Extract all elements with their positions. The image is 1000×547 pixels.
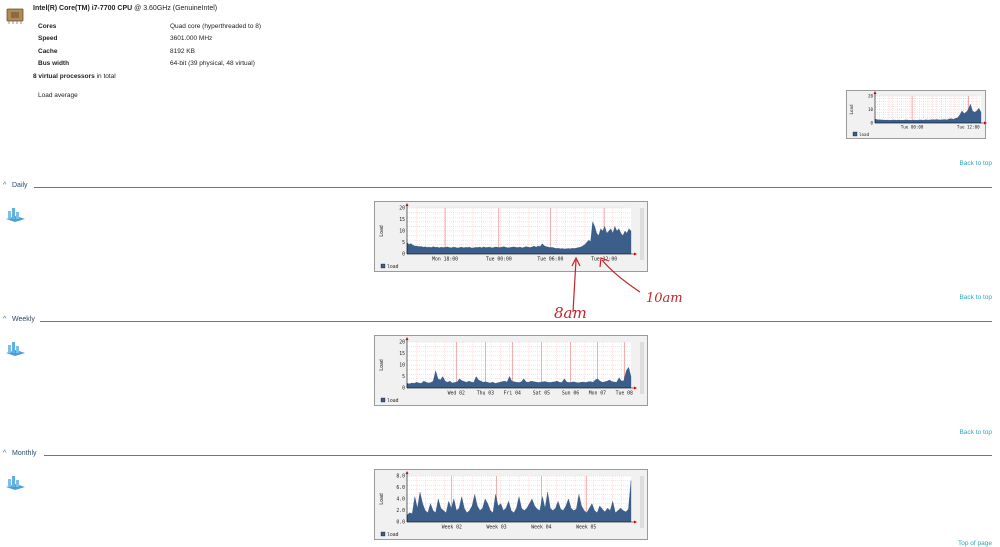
- bus-width-label: Bus width: [38, 60, 70, 67]
- section-monthly-title[interactable]: Monthly: [12, 450, 37, 457]
- x-tick-label: Sun 06: [562, 390, 579, 396]
- legend-label: load: [387, 398, 399, 404]
- x-tick-label: Thu 03: [477, 390, 494, 396]
- stats-icon: [6, 208, 25, 222]
- virtual-processors-suffix: in total: [96, 73, 116, 80]
- stats-icon: [6, 342, 25, 356]
- rrdtool-watermark: [640, 208, 644, 260]
- y-tick-label: 20: [399, 340, 405, 346]
- section-daily-title[interactable]: Daily: [12, 182, 28, 189]
- daily-load-graph[interactable]: 20 15 10 5 0 Load Mon 18:00 Tue 00:00 Tue 06:00 T…: [374, 201, 648, 272]
- x-tick-label: Mon 18:00: [432, 256, 458, 262]
- section-divider: [40, 321, 992, 322]
- summary-load-graph[interactable]: 20 10 0 Load Tue 00:00 Tue 12:00 load: [846, 90, 987, 139]
- chevron-up-icon[interactable]: ^: [3, 182, 6, 189]
- section-weekly-title[interactable]: Weekly: [12, 316, 35, 323]
- stats-icon: [6, 476, 25, 490]
- y-axis-arrow: [405, 471, 409, 474]
- y-axis-label: Load: [849, 104, 854, 115]
- back-to-top-link[interactable]: Back to top: [959, 160, 992, 167]
- x-tick-label: Week 02: [442, 524, 462, 530]
- x-tick-label: Wed 02: [448, 390, 465, 396]
- y-tick-label: 0: [870, 121, 873, 126]
- legend-swatch: [380, 397, 386, 403]
- cores-value: Quad core (hyperthreaded to 8): [170, 23, 262, 30]
- y-tick-label: 4.0: [396, 497, 405, 503]
- y-tick-label: 0: [402, 252, 405, 258]
- y-axis-arrow: [405, 337, 409, 340]
- section-daily[interactable]: ^ Daily: [0, 182, 992, 192]
- virtual-processors-count: 8 virtual processors: [33, 73, 95, 80]
- y-tick-label: 0.0: [396, 520, 405, 526]
- cpu-title: Intel(R) Core(TM) i7-7700 CPU @ 3.60GHz …: [33, 5, 217, 12]
- chevron-up-icon[interactable]: ^: [3, 316, 6, 323]
- legend-label: load: [387, 264, 399, 270]
- y-axis-arrow: [405, 203, 409, 206]
- y-tick-label: 20: [399, 206, 405, 212]
- y-tick-label: 15: [399, 217, 405, 223]
- x-axis-arrow: [984, 121, 987, 125]
- back-to-top-link[interactable]: Back to top: [959, 294, 992, 301]
- cores-label: Cores: [38, 23, 57, 30]
- y-axis-arrow: [873, 91, 877, 94]
- y-axis-label: Load: [379, 359, 385, 371]
- x-tick-label: Tue 00:00: [486, 256, 512, 262]
- y-tick-label: 0: [402, 386, 405, 392]
- speed-label: Speed: [38, 35, 58, 42]
- rrdtool-watermark: [640, 476, 644, 528]
- y-axis-label: Load: [379, 493, 385, 505]
- weekly-load-graph[interactable]: 20 15 10 5 0 Load Wed 02 Thu 03 Fri 04 Sat 05 Sun …: [374, 335, 648, 406]
- section-weekly[interactable]: ^ Weekly: [0, 316, 992, 326]
- x-tick-label: Week 04: [531, 524, 551, 530]
- x-tick-label: Week 03: [486, 524, 506, 530]
- cache-label: Cache: [38, 48, 58, 55]
- load-average-label: Load average: [38, 92, 78, 99]
- y-tick-label: 10: [399, 363, 405, 369]
- back-to-top-link[interactable]: Back to top: [959, 429, 992, 436]
- speed-value: 3601.000 MHz: [170, 35, 213, 42]
- y-tick-label: 5: [402, 374, 405, 380]
- legend-swatch: [380, 263, 386, 269]
- x-tick-label: Tue 08: [616, 390, 633, 396]
- cpu-speed-suffix: @ 3.60GHz (GenuineIntel): [134, 5, 218, 12]
- section-divider: [34, 187, 992, 188]
- section-monthly[interactable]: ^ Monthly: [0, 450, 992, 460]
- legend-label: load: [387, 532, 399, 538]
- bus-width-value: 64-bit (39 physical, 48 virtual): [170, 60, 255, 67]
- x-axis-arrow: [634, 252, 637, 256]
- x-tick-label: Tue 12:00: [957, 125, 980, 130]
- x-tick-label: Mon 07: [589, 390, 606, 396]
- section-divider: [44, 455, 992, 456]
- x-tick-label: Tue 06:00: [537, 256, 563, 262]
- rrdtool-watermark: [640, 342, 644, 394]
- x-axis-arrow: [634, 386, 637, 390]
- x-tick-label: Fri 04: [504, 390, 521, 396]
- y-tick-label: 6.0: [396, 485, 405, 491]
- y-tick-label: 8.0: [396, 474, 405, 480]
- legend-swatch: [380, 531, 386, 537]
- x-axis-arrow: [634, 520, 637, 524]
- cpu-chip-icon: [6, 8, 24, 24]
- cache-value: 8192 KB: [170, 48, 195, 55]
- legend-swatch: [852, 131, 858, 137]
- chevron-up-icon[interactable]: ^: [3, 450, 6, 457]
- annotation-10am: 10am: [646, 291, 683, 306]
- x-tick-label: Week 05: [576, 524, 596, 530]
- y-tick-label: 20: [868, 94, 874, 99]
- y-tick-label: 15: [399, 351, 405, 357]
- y-axis-label: Load: [379, 225, 385, 237]
- x-tick-label: Tue 12:00: [591, 256, 617, 262]
- monthly-load-graph[interactable]: 8.0 6.0 4.0 2.0 0.0 Load Week 02 Week 03 Week 04…: [374, 469, 648, 540]
- x-tick-label: Sat 05: [533, 390, 550, 396]
- legend-label: load: [859, 132, 870, 137]
- virtual-processors: 8 virtual processors in total: [33, 73, 116, 80]
- y-tick-label: 10: [399, 229, 405, 235]
- cpu-name: Intel(R) Core(TM) i7-7700 CPU: [33, 5, 133, 12]
- y-tick-label: 10: [868, 107, 874, 112]
- y-tick-label: 5: [402, 240, 405, 246]
- y-tick-label: 2.0: [396, 508, 405, 514]
- x-tick-label: Tue 00:00: [901, 125, 924, 130]
